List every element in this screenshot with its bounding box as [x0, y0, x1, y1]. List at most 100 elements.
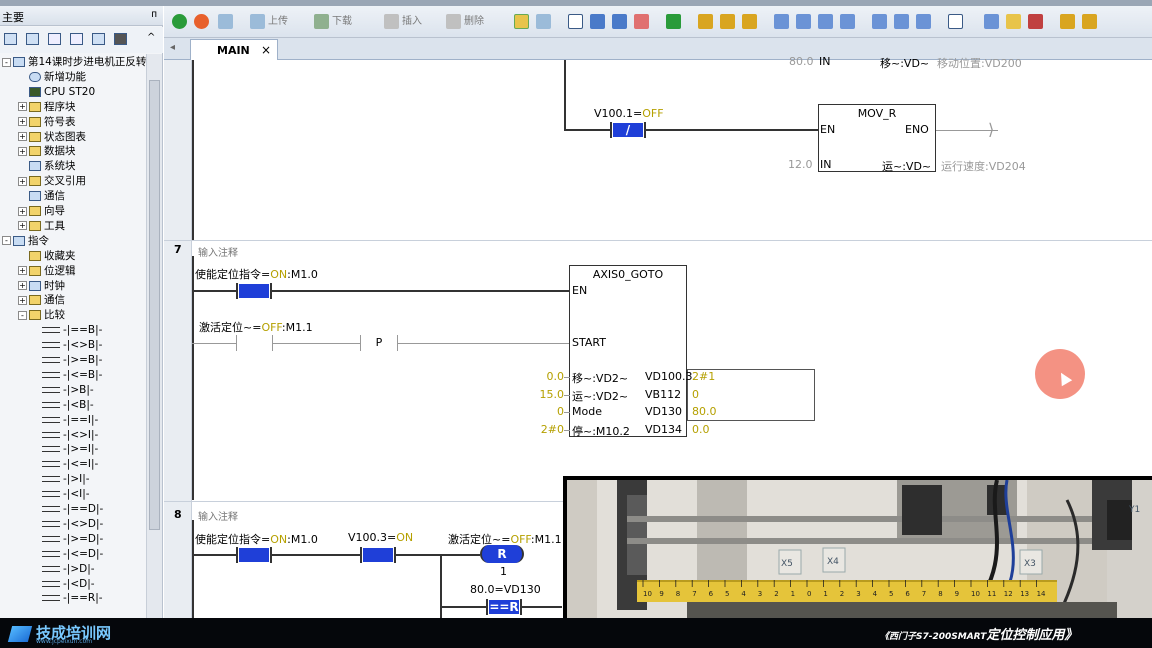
tree-item[interactable]: -|<I|-: [42, 487, 90, 502]
p-edge-contact[interactable]: P: [360, 335, 398, 351]
compile-icon[interactable]: [218, 14, 233, 29]
tree-item[interactable]: -|<=B|-: [42, 368, 102, 383]
status-icon[interactable]: [514, 14, 529, 29]
list-icon[interactable]: [92, 33, 105, 45]
window-icon[interactable]: [568, 14, 583, 29]
stop-icon[interactable]: [194, 14, 209, 29]
rung-comment[interactable]: 输入注释: [198, 244, 238, 259]
download-button[interactable]: 下载: [332, 14, 352, 30]
tree-item[interactable]: 通信: [29, 189, 65, 204]
tree-item[interactable]: - 比较: [18, 308, 65, 323]
tree-item[interactable]: -|>I|-: [42, 472, 90, 487]
compare-contact[interactable]: ==R: [486, 599, 522, 615]
line-right-icon[interactable]: [840, 14, 855, 29]
insert-coil-icon[interactable]: [894, 14, 909, 29]
tree-item[interactable]: + 位逻辑: [18, 264, 76, 279]
clear-icon[interactable]: [634, 14, 649, 29]
pin-icon[interactable]: ᴨ: [151, 9, 157, 20]
goto-icon[interactable]: [590, 14, 605, 29]
expand-icon[interactable]: +: [18, 206, 27, 216]
lock-icon[interactable]: [698, 14, 713, 29]
tree-scrollbar[interactable]: [146, 54, 162, 618]
tree-item[interactable]: + 交叉引用: [18, 174, 86, 189]
tree-item[interactable]: -|<=D|-: [42, 547, 103, 562]
symbol-table-icon[interactable]: [984, 14, 999, 29]
rung-comment[interactable]: 输入注释: [198, 508, 238, 523]
tree-item[interactable]: -|>=B|-: [42, 353, 102, 368]
tree-item[interactable]: -|>=D|-: [42, 532, 103, 547]
contact-m10[interactable]: [236, 283, 272, 299]
tree-item[interactable]: + 工具: [18, 219, 65, 234]
expand-icon[interactable]: +: [18, 117, 27, 127]
expand-icon[interactable]: +: [18, 102, 27, 112]
table-icon[interactable]: [26, 33, 39, 45]
tree-item[interactable]: -|<D|-: [42, 577, 95, 592]
jump-icon[interactable]: [612, 14, 627, 29]
expand-icon[interactable]: +: [18, 266, 27, 276]
key-icon[interactable]: [1060, 14, 1075, 29]
tree-item[interactable]: -|<>I|-: [42, 428, 98, 443]
expand-icon[interactable]: +: [18, 295, 27, 305]
address-icon[interactable]: [948, 14, 963, 29]
tree-item[interactable]: -|>B|-: [42, 383, 94, 398]
nc-contact-v1001[interactable]: /: [610, 122, 646, 138]
protect-icon[interactable]: [742, 14, 757, 29]
tree-item[interactable]: -|<>D|-: [42, 517, 103, 532]
tree-item[interactable]: + 通信: [18, 293, 65, 308]
branch-down-icon[interactable]: [796, 14, 811, 29]
scrollbar-thumb[interactable]: [149, 80, 160, 530]
insert-contact-icon[interactable]: [872, 14, 887, 29]
tree-item[interactable]: + 向导: [18, 204, 65, 219]
branch-icon[interactable]: [774, 14, 789, 29]
page-icon[interactable]: [48, 33, 61, 45]
tree-item[interactable]: -|==D|-: [42, 502, 103, 517]
properties-icon[interactable]: [1028, 14, 1043, 29]
export-icon[interactable]: [666, 14, 681, 29]
doc-icon[interactable]: [70, 33, 83, 45]
monitor-icon[interactable]: [114, 33, 127, 45]
tree-item[interactable]: -|>=I|-: [42, 442, 98, 457]
reset-coil[interactable]: R: [480, 545, 524, 563]
tree-item[interactable]: + 状态图表: [18, 130, 86, 145]
tree-item[interactable]: + 时钟: [18, 279, 65, 294]
unlock-icon[interactable]: [720, 14, 735, 29]
contact-m10[interactable]: [236, 547, 272, 563]
tree-item[interactable]: -|==B|-: [42, 323, 102, 338]
tree-item[interactable]: 新增功能: [29, 70, 86, 85]
edit-icon[interactable]: [1006, 14, 1021, 29]
expand-icon[interactable]: +: [18, 132, 27, 141]
expand-icon[interactable]: +: [18, 146, 27, 156]
collapse-icon[interactable]: -: [18, 310, 27, 320]
delete-icon[interactable]: [446, 14, 461, 29]
collapse-icon[interactable]: -: [2, 236, 11, 246]
tree-item[interactable]: + 符号表: [18, 115, 76, 130]
collapse-caret-icon[interactable]: ^: [147, 32, 155, 43]
upload-button[interactable]: 上传: [268, 14, 288, 30]
tree-item[interactable]: - 第14课时步进电机正反转: [2, 55, 146, 70]
tree-item[interactable]: - 指令: [2, 234, 49, 249]
tree-item[interactable]: -|==R|-: [42, 591, 103, 606]
tab-main[interactable]: MAIN ×: [190, 39, 278, 60]
insert-box-icon[interactable]: [916, 14, 931, 29]
tree-item[interactable]: CPU ST20: [29, 85, 95, 100]
tree-item[interactable]: -|<>B|-: [42, 338, 102, 353]
program-status-icon[interactable]: [536, 14, 551, 29]
tree-item[interactable]: -|<B|-: [42, 398, 94, 413]
insert-button[interactable]: 插入: [402, 14, 422, 30]
branch-up-icon[interactable]: [818, 14, 833, 29]
upload-icon[interactable]: [250, 14, 265, 29]
close-icon[interactable]: ×: [261, 43, 271, 57]
tree-item[interactable]: + 数据块: [18, 144, 76, 159]
expand-icon[interactable]: +: [18, 281, 27, 290]
tree-item[interactable]: -|==I|-: [42, 413, 98, 428]
delete-button[interactable]: 删除: [464, 14, 484, 30]
tree-item[interactable]: -|<=I|-: [42, 457, 98, 472]
run-icon[interactable]: [172, 14, 187, 29]
insert-icon[interactable]: [384, 14, 399, 29]
view-icon[interactable]: [4, 33, 17, 45]
collapse-icon[interactable]: -: [2, 57, 11, 67]
tree-item[interactable]: + 程序块: [18, 100, 76, 115]
contact-v1003[interactable]: [360, 547, 396, 563]
tree-item[interactable]: 系统块: [29, 159, 76, 174]
tree-item[interactable]: 收藏夹: [29, 249, 76, 264]
